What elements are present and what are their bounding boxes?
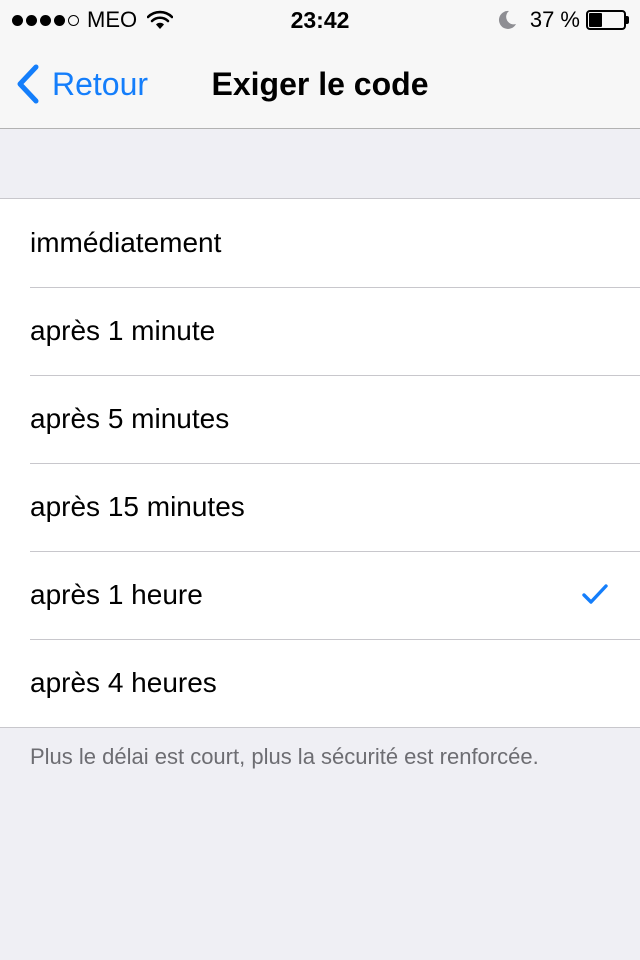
carrier-name: MEO <box>87 7 138 32</box>
signal-dot <box>68 14 79 26</box>
battery-cap <box>626 16 629 24</box>
option-after-15-minutes[interactable]: après 15 minutes <box>0 463 640 551</box>
option-label: après 1 heure <box>30 579 203 610</box>
status-bar: MEO 23:42 37 % <box>0 0 640 40</box>
signal-dot <box>26 14 37 26</box>
signal-dot <box>54 14 65 26</box>
back-button-label: Retour <box>52 65 149 102</box>
option-after-5-minutes[interactable]: après 5 minutes <box>0 375 640 463</box>
battery-percentage: 37 % <box>529 7 580 32</box>
battery-icon <box>586 10 630 30</box>
chevron-left-icon <box>17 64 39 104</box>
battery-fill <box>589 13 602 27</box>
moon-icon <box>498 10 516 29</box>
option-label: après 5 minutes <box>30 403 230 434</box>
back-button[interactable]: Retour <box>14 40 148 128</box>
footer-note: Plus le délai est court, plus la sécurit… <box>30 744 539 769</box>
option-after-4-hours[interactable]: après 4 heures <box>0 639 640 727</box>
options-list: immédiatement après 1 minute après 5 min… <box>0 198 640 728</box>
option-label: après 15 minutes <box>30 491 245 522</box>
option-label: après 1 minute <box>30 315 216 346</box>
option-label: immédiatement <box>30 227 222 258</box>
checkmark-icon <box>582 584 608 604</box>
signal-dot <box>12 14 23 26</box>
wifi-icon <box>147 10 174 29</box>
status-right: 37 % <box>496 8 630 32</box>
navigation-bar: Retour Exiger le code <box>0 40 640 129</box>
option-immediately[interactable]: immédiatement <box>0 199 640 287</box>
status-left: MEO <box>12 7 174 32</box>
signal-dot <box>40 14 51 26</box>
option-after-1-minute[interactable]: après 1 minute <box>0 287 640 375</box>
signal-strength-icon <box>12 14 79 26</box>
option-label: après 4 heures <box>30 667 217 698</box>
option-after-1-hour[interactable]: après 1 heure <box>0 551 640 639</box>
